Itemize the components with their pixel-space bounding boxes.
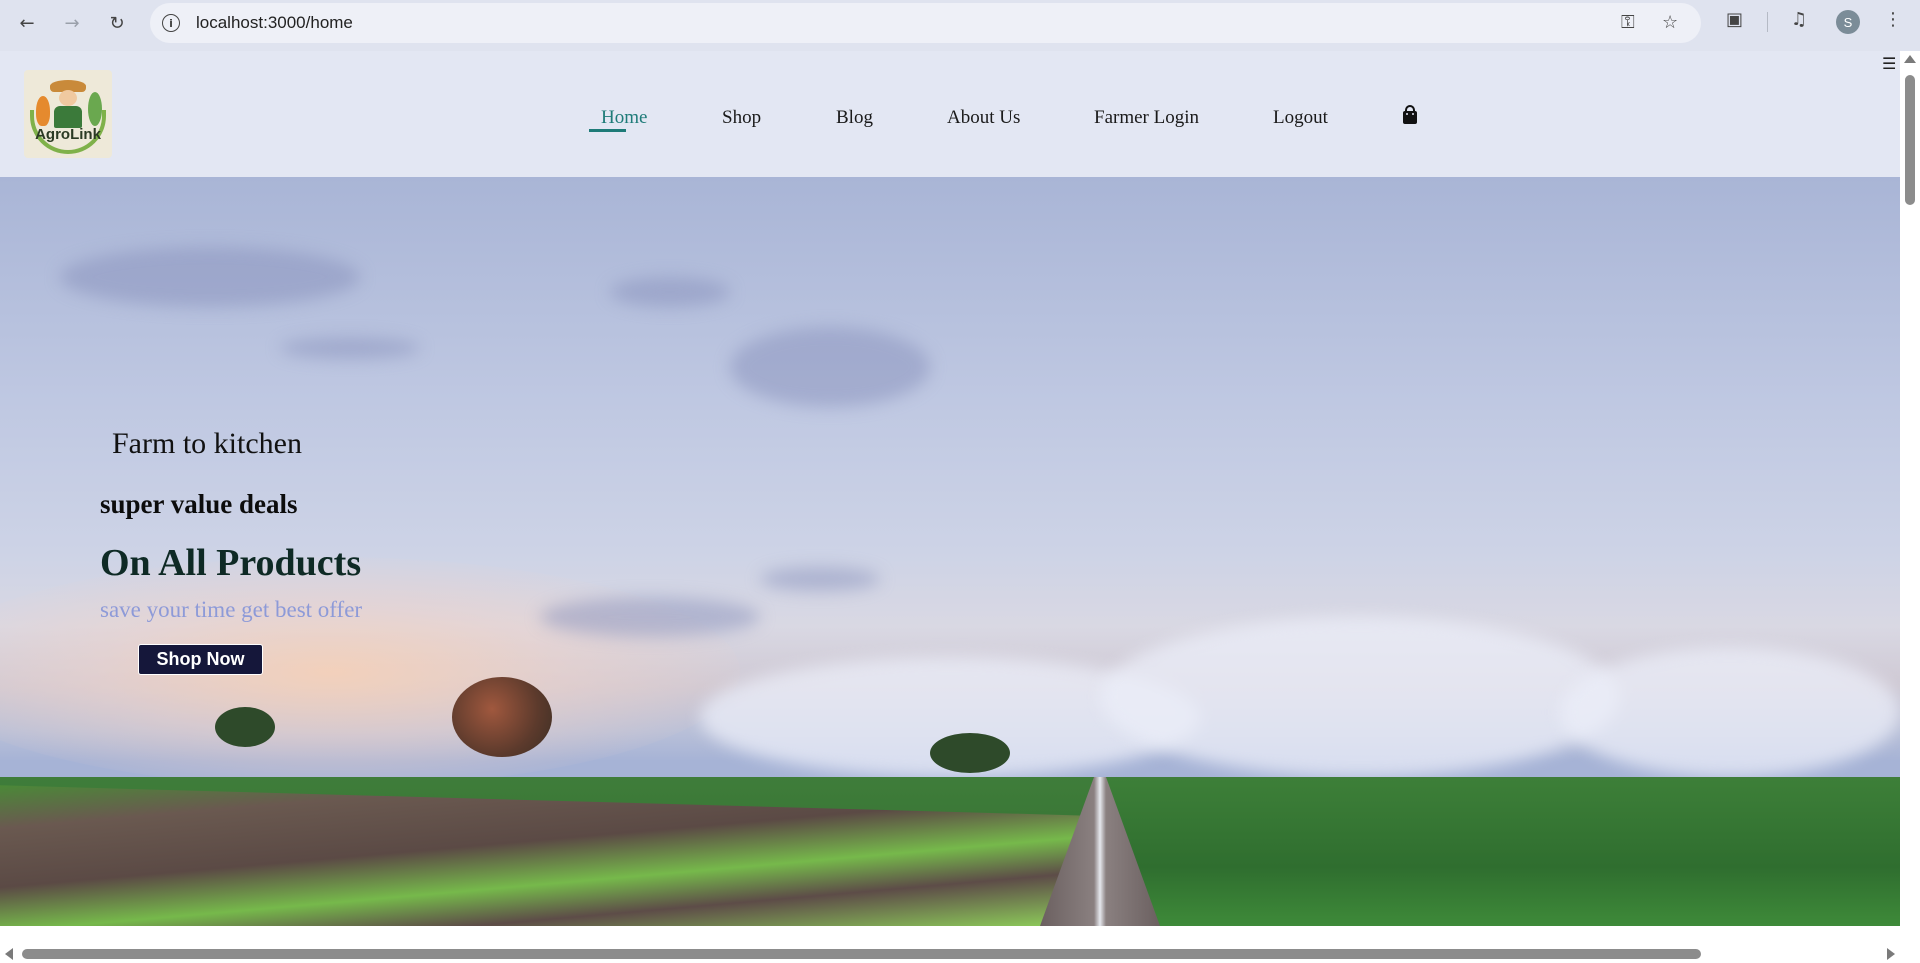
sky-glow — [0, 557, 740, 787]
logo-text: AgroLink — [35, 126, 101, 143]
tree — [930, 733, 1010, 773]
scroll-right-arrow-icon[interactable] — [1887, 948, 1895, 960]
hero-tagline: save your time get best offer — [100, 597, 363, 622]
key-icon[interactable]: ⚿ — [1621, 12, 1635, 33]
scroll-up-arrow-icon[interactable] — [1904, 55, 1916, 63]
kebab-menu-icon[interactable]: ⋮ — [1884, 9, 1902, 30]
browser-toolbar: ← → ↻ i localhost:3000/home ⚿ ☆ ▣ ♫ S ⋮ — [0, 0, 1920, 51]
profile-avatar[interactable]: S — [1836, 10, 1860, 34]
nav-shop[interactable]: Shop — [722, 107, 761, 129]
hero-headline: On All Products — [100, 542, 362, 584]
scroll-left-arrow-icon[interactable] — [5, 948, 13, 960]
nav-about-us[interactable]: About Us — [947, 107, 1020, 129]
scrollbar-corner — [1900, 926, 1920, 944]
url-text[interactable]: localhost:3000/home — [196, 13, 353, 33]
active-nav-underline — [589, 129, 626, 132]
site-header: AgroLink Home Shop Blog About Us Farmer … — [0, 51, 1900, 177]
hero-deals-text: super value deals — [100, 489, 298, 519]
shop-now-button[interactable]: Shop Now — [138, 644, 263, 675]
vertical-scroll-thumb[interactable] — [1905, 75, 1915, 205]
horizontal-scroll-thumb[interactable] — [22, 949, 1701, 959]
back-arrow-icon[interactable]: ← — [13, 9, 41, 37]
nav-farmer-login[interactable]: Farmer Login — [1094, 107, 1199, 129]
site-info-icon[interactable]: i — [162, 14, 180, 32]
horizontal-scrollbar[interactable] — [0, 944, 1920, 963]
star-icon[interactable]: ☆ — [1662, 12, 1678, 33]
forward-arrow-icon[interactable]: → — [58, 9, 86, 37]
nav-blog[interactable]: Blog — [836, 107, 873, 129]
crop-rows-right — [1090, 779, 1900, 926]
tree — [452, 677, 552, 757]
nav-home[interactable]: Home — [601, 107, 647, 129]
agrolink-logo[interactable]: AgroLink — [24, 70, 112, 158]
media-queue-icon[interactable]: ♫ — [1791, 9, 1807, 30]
hero-banner: Farm to kitchen super value deals On All… — [0, 177, 1900, 926]
toolbar-divider — [1767, 12, 1768, 32]
address-bar[interactable]: i localhost:3000/home ⚿ ☆ — [150, 3, 1701, 43]
reload-icon[interactable]: ↻ — [103, 9, 131, 37]
puzzle-icon[interactable]: ▣ — [1726, 9, 1743, 30]
tree — [215, 707, 275, 747]
hero-subtitle: Farm to kitchen — [112, 427, 302, 460]
nav-logout[interactable]: Logout — [1273, 107, 1328, 129]
vertical-scrollbar[interactable] — [1900, 51, 1920, 937]
shopping-bag-icon[interactable] — [1402, 105, 1418, 125]
side-panel-toggle-icon[interactable]: ☰ — [1882, 54, 1896, 73]
